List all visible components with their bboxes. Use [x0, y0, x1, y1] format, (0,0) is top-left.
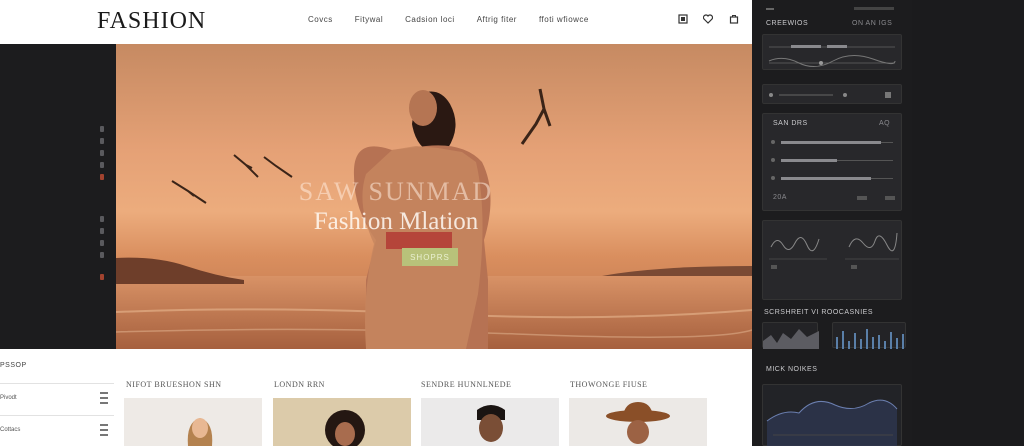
bag-icon[interactable]	[729, 14, 739, 24]
rail-indicator[interactable]	[100, 228, 104, 234]
page-margin	[912, 0, 1024, 446]
section-title: SCRSHREIT VI ROOCASNIES	[764, 309, 874, 316]
hero-title: Fashion Mlation	[313, 208, 479, 235]
left-rail	[0, 44, 116, 349]
panel-handle[interactable]	[766, 8, 774, 10]
nav-item-2[interactable]: Fitywal	[355, 15, 383, 24]
product-image[interactable]	[124, 398, 262, 446]
slider-row[interactable]	[771, 174, 893, 184]
product-section: PSSOP Pivodt Cottacs NIFOT BRUESHON SHN …	[0, 349, 752, 446]
hero-subtitle: SAW SUNMAD	[298, 177, 494, 206]
product-card-title[interactable]: NIFOT BRUESHON SHN	[126, 380, 222, 389]
section-title: CREEWIOS	[766, 20, 809, 27]
top-header: FASHION Covcs Fitywal Cadsion loci Aftri…	[0, 0, 752, 44]
control-chip[interactable]	[857, 196, 867, 200]
user-icon[interactable]	[678, 14, 688, 24]
rail-indicator-active[interactable]	[100, 274, 104, 280]
section-meta: AQ	[879, 120, 891, 127]
rail-indicator[interactable]	[100, 150, 104, 156]
section-title: MICK NOIKES	[766, 366, 818, 373]
filter-label: Cottacs	[0, 427, 21, 433]
rail-indicator[interactable]	[100, 252, 104, 258]
product-image[interactable]	[569, 398, 707, 446]
brand-logo[interactable]: FASHION	[97, 8, 206, 35]
product-image[interactable]	[421, 398, 559, 446]
rail-indicator-active[interactable]	[100, 174, 104, 180]
heart-icon[interactable]	[703, 14, 713, 24]
rail-indicator[interactable]	[100, 138, 104, 144]
section-title: SAN DRS	[773, 120, 808, 127]
rail-indicator[interactable]	[100, 216, 104, 222]
filter-row[interactable]: Cottacs	[0, 415, 114, 445]
filter-label: Pivodt	[0, 395, 17, 401]
control-chip[interactable]	[885, 196, 895, 200]
section-meta: ON AN IGS	[852, 20, 893, 27]
panel-handle[interactable]	[854, 7, 894, 10]
slider-card[interactable]	[762, 34, 902, 70]
mini-chart[interactable]	[762, 322, 819, 349]
product-card-title[interactable]: SENDRE HUNNLNEDE	[421, 380, 511, 389]
sort-handle-icon[interactable]	[100, 392, 108, 406]
filter-row[interactable]: Pivodt	[0, 383, 114, 413]
settings-card: SAN DRS AQ 20A	[762, 113, 902, 211]
area-chart-card[interactable]	[762, 384, 902, 446]
rail-indicator[interactable]	[100, 126, 104, 132]
toggle-card[interactable]	[762, 84, 902, 104]
rail-indicator[interactable]	[100, 162, 104, 168]
waveform-card	[762, 220, 902, 300]
mini-chart[interactable]	[832, 322, 906, 349]
dashboard-panel: CREEWIOS ON AN IGS SAN DRS AQ 20A SCRSHR…	[752, 0, 912, 446]
main-nav: Covcs Fitywal Cadsion loci Aftrig fiter …	[308, 15, 611, 24]
sort-handle-icon[interactable]	[100, 424, 108, 438]
slider-row[interactable]	[771, 156, 893, 166]
product-card-title[interactable]: THOWONGE FIUSE	[570, 380, 647, 389]
section-foot: 20A	[773, 194, 787, 201]
nav-item-1[interactable]: Covcs	[308, 15, 333, 24]
nav-item-5[interactable]: ffoti wfiowce	[539, 15, 589, 24]
nav-item-3[interactable]: Cadsion loci	[405, 15, 455, 24]
product-image[interactable]	[273, 398, 411, 446]
shop-now-button[interactable]: SHOPRS	[402, 248, 458, 266]
rail-indicator[interactable]	[100, 240, 104, 246]
product-card-title[interactable]: LONDN RRN	[274, 380, 325, 389]
nav-item-4[interactable]: Aftrig fiter	[477, 15, 517, 24]
filter-heading: PSSOP	[0, 362, 27, 369]
hero-banner: SAW SUNMAD Fashion Mlation SHOPRS	[116, 44, 752, 349]
slider-row[interactable]	[771, 138, 893, 148]
